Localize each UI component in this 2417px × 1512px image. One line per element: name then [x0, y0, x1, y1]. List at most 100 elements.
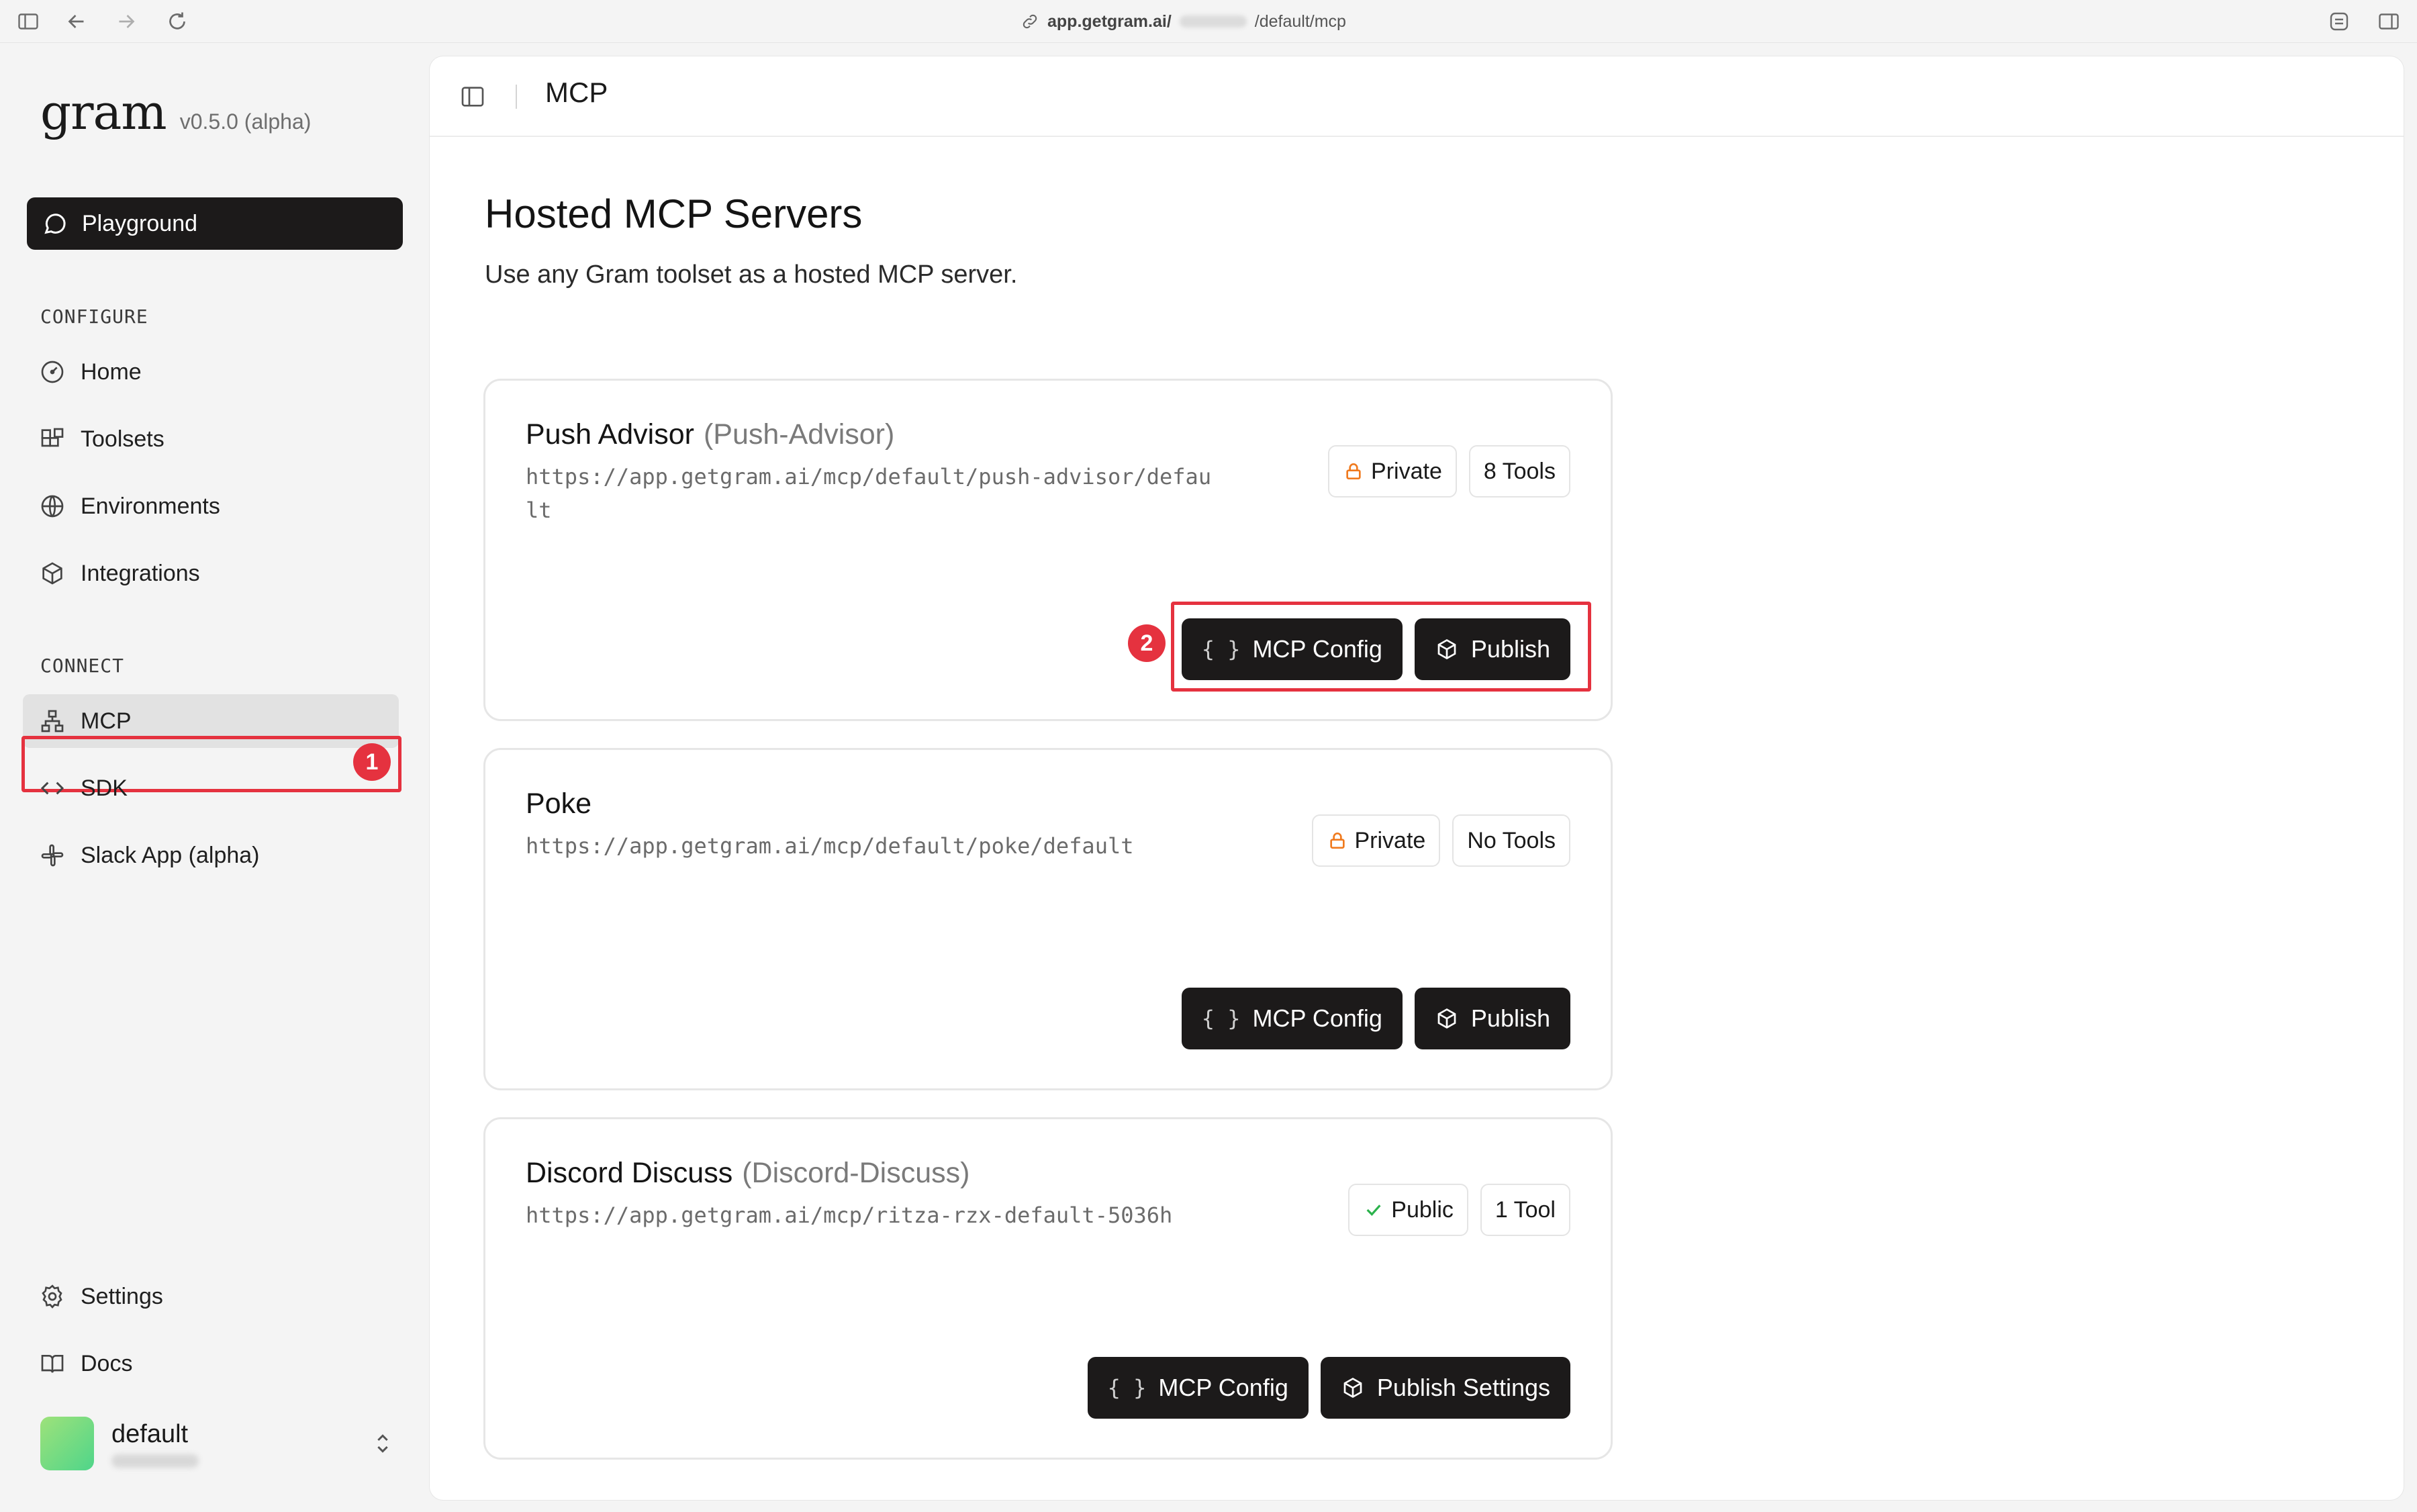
account-name: default	[111, 1419, 189, 1448]
tools-count: 8 Tools	[1483, 458, 1556, 484]
sidebar-item-environments[interactable]: Environments	[23, 479, 399, 533]
sidebar-item-sdk[interactable]: SDK	[23, 761, 399, 815]
chevrons-up-down-icon	[377, 1434, 388, 1453]
sidebar-item-integrations[interactable]: Integrations	[23, 547, 399, 600]
step2-badge: 2	[1128, 624, 1166, 662]
account-switcher[interactable]: default	[40, 1410, 396, 1477]
tools-count: 1 Tool	[1495, 1196, 1556, 1223]
gear-icon	[42, 1284, 62, 1309]
main-header: MCP	[430, 56, 2404, 137]
sidebar-item-toolsets[interactable]: Toolsets	[23, 412, 399, 466]
sidebar: gram v0.5.0 (alpha) Playground CONFIGURE…	[0, 44, 424, 1512]
gauge-icon	[41, 361, 64, 383]
chat-bubble-icon	[44, 214, 66, 234]
reader-icon[interactable]	[2327, 9, 2351, 34]
server-card: Discord Discuss (Discord-Discuss) https:/…	[483, 1117, 1613, 1460]
publish-label: Publish	[1470, 1004, 1550, 1032]
package-icon	[42, 562, 62, 585]
braces-icon: { }	[1201, 1006, 1241, 1031]
visibility-label: Public	[1391, 1196, 1454, 1223]
sidebar-item-label: Home	[81, 359, 142, 385]
tools-count-badge: 8 Tools	[1468, 445, 1570, 498]
configure-section-label: CONFIGURE	[40, 305, 148, 328]
lock-icon	[1329, 833, 1345, 849]
server-name: Poke	[526, 788, 592, 820]
network-icon	[41, 710, 64, 733]
check-icon	[1366, 1204, 1381, 1216]
url-host: app.getgram.ai/	[1047, 11, 1172, 31]
publish-settings-button[interactable]: Publish Settings	[1320, 1357, 1570, 1419]
visibility-label: Private	[1371, 458, 1442, 484]
connect-section-label: CONNECT	[40, 655, 125, 677]
tools-count-badge: No Tools	[1452, 814, 1570, 867]
server-name: Discord Discuss	[526, 1157, 733, 1189]
link-icon	[1023, 14, 1037, 29]
sidebar-item-settings[interactable]: Settings	[23, 1270, 399, 1323]
sidebar-item-label: Slack App (alpha)	[81, 842, 260, 868]
main-panel: MCP Hosted MCP Servers Use any Gram tool…	[430, 56, 2404, 1500]
right-sidebar-icon[interactable]	[2377, 9, 2401, 34]
mcp-config-label: MCP Config	[1252, 1004, 1382, 1032]
sidebar-item-label: Environments	[81, 493, 220, 519]
publish-settings-label: Publish Settings	[1376, 1374, 1550, 1401]
url-redacted	[1179, 15, 1247, 28]
app-logo[interactable]: gram v0.5.0 (alpha)	[40, 84, 311, 140]
account-email-redacted	[111, 1454, 199, 1468]
header-divider	[516, 85, 517, 109]
visibility-badge: Public	[1348, 1184, 1468, 1236]
back-arrow-icon[interactable]	[64, 9, 89, 34]
code-icon	[40, 782, 64, 795]
sidebar-item-docs[interactable]: Docs	[23, 1337, 399, 1390]
reload-icon[interactable]	[165, 9, 189, 34]
braces-icon: { }	[1107, 1375, 1147, 1401]
sidebar-item-label: MCP	[81, 708, 132, 734]
page-subtitle: Use any Gram toolset as a hosted MCP ser…	[485, 261, 1018, 289]
publish-button[interactable]: Publish	[1414, 988, 1570, 1049]
server-slug: (Push-Advisor)	[703, 418, 895, 451]
app-version: v0.5.0 (alpha)	[179, 109, 312, 134]
sidebar-toggle-icon[interactable]	[16, 9, 40, 34]
sidebar-item-label: SDK	[81, 775, 128, 801]
playground-label: Playground	[82, 210, 198, 236]
server-url[interactable]: https://app.getgram.ai/mcp/default/push-…	[526, 460, 1224, 527]
address-bar[interactable]: app.getgram.ai/ /default/mcp	[1021, 9, 1346, 34]
server-name: Push Advisor	[526, 418, 694, 451]
blocks-icon	[41, 428, 64, 447]
lock-icon	[1346, 463, 1361, 479]
avatar	[40, 1417, 94, 1470]
server-name-row: Push Advisor (Push-Advisor)	[526, 418, 894, 451]
book-icon	[41, 1355, 64, 1373]
sidebar-item-label: Toolsets	[81, 426, 164, 452]
sidebar-item-home[interactable]: Home	[23, 345, 399, 399]
server-name-row: Poke	[526, 788, 591, 820]
sidebar-item-label: Integrations	[81, 560, 200, 586]
tools-count: No Tools	[1467, 827, 1556, 853]
mcp-config-button[interactable]: { } MCP Config	[1181, 988, 1403, 1049]
sidebar-item-label: Settings	[81, 1283, 163, 1309]
server-name-row: Discord Discuss (Discord-Discuss)	[526, 1157, 969, 1190]
visibility-badge: Private	[1311, 814, 1441, 867]
mcp-config-label: MCP Config	[1158, 1374, 1288, 1401]
package-icon	[1343, 1377, 1362, 1399]
sidebar-item-label: Docs	[81, 1350, 133, 1376]
server-card: Poke https://app.getgram.ai/mcp/default/…	[483, 748, 1613, 1090]
tools-count-badge: 1 Tool	[1480, 1184, 1570, 1236]
visibility-badge: Private	[1328, 445, 1457, 498]
server-url[interactable]: https://app.getgram.ai/mcp/ritza-rzx-def…	[526, 1198, 1264, 1232]
slack-icon	[41, 844, 64, 867]
panel-left-icon[interactable]	[459, 83, 486, 110]
visibility-label: Private	[1354, 827, 1426, 853]
browser-toolbar: app.getgram.ai/ /default/mcp	[0, 0, 2417, 43]
page-title: Hosted MCP Servers	[485, 191, 863, 236]
server-url[interactable]: https://app.getgram.ai/mcp/default/poke/…	[526, 829, 1224, 863]
mcp-config-button[interactable]: { } MCP Config	[1087, 1357, 1309, 1419]
forward-arrow-icon[interactable]	[114, 9, 138, 34]
globe-icon	[41, 495, 64, 518]
server-slug: (Discord-Discuss)	[742, 1157, 970, 1189]
sidebar-item-slack-app[interactable]: Slack App (alpha)	[23, 829, 399, 882]
step2-highlight	[1171, 602, 1591, 692]
package-icon	[1437, 1008, 1456, 1029]
logo-wordmark: gram	[40, 84, 167, 140]
page-header-title: MCP	[545, 77, 608, 108]
playground-button[interactable]: Playground	[27, 197, 403, 250]
